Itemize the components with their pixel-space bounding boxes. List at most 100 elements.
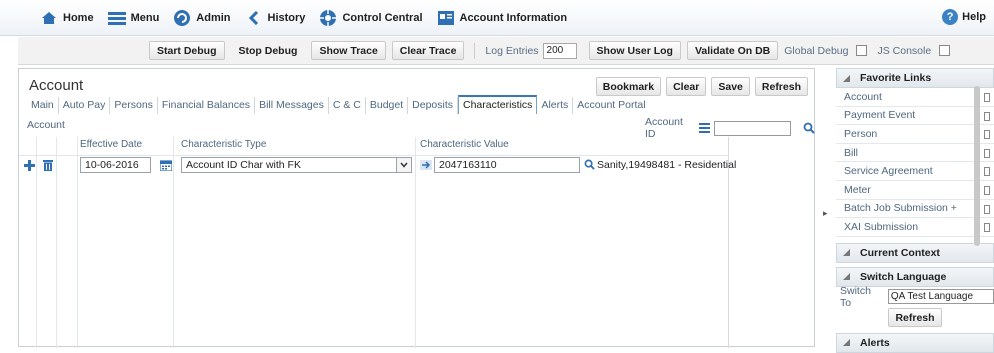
log-entries-input[interactable]: 200 xyxy=(542,42,577,59)
refresh-row: Refresh xyxy=(836,307,994,329)
tab-c-and-c[interactable]: C & C xyxy=(329,97,366,114)
favorite-link-person[interactable]: Person xyxy=(836,125,994,144)
nav-admin[interactable]: Admin xyxy=(173,9,231,27)
refresh-button[interactable]: Refresh xyxy=(754,77,808,96)
help-label: Help xyxy=(962,11,986,23)
link-label: Service Agreement xyxy=(844,165,933,178)
current-context-header[interactable]: Current Context xyxy=(836,242,994,263)
clear-button[interactable]: Clear xyxy=(666,77,707,96)
nav-account-information-label: Account Information xyxy=(459,11,568,24)
current-context-title: Current Context xyxy=(860,246,940,259)
account-id-input[interactable] xyxy=(714,120,791,136)
nav-control-central[interactable]: Control Central xyxy=(319,9,423,27)
favorite-link-batch-job-submission[interactable]: Batch Job Submission + xyxy=(836,200,994,219)
value-search-icon[interactable] xyxy=(584,159,595,170)
list-icon[interactable] xyxy=(699,123,711,133)
show-trace-button[interactable]: Show Trace xyxy=(311,41,386,60)
switch-language-header[interactable]: Switch Language xyxy=(836,266,994,287)
characteristic-value-input[interactable]: 2047163110 xyxy=(434,157,580,173)
header-characteristic-type: Characteristic Type xyxy=(181,139,267,150)
favorite-link-payment-event[interactable]: Payment Event xyxy=(836,107,994,126)
toolbar-divider xyxy=(474,42,476,59)
tab-main[interactable]: Main xyxy=(27,97,59,114)
characteristic-type-select[interactable]: Account ID Char with FK xyxy=(181,157,397,173)
switch-to-row: Switch To QA Test Language xyxy=(836,285,994,309)
save-button[interactable]: Save xyxy=(711,77,750,96)
dashboard-sidebar: Favorite Links Account Payment Event Per… xyxy=(836,68,994,353)
favorite-link-xai-submission[interactable]: XAI Submission xyxy=(836,218,994,237)
bookmark-button[interactable]: Bookmark xyxy=(595,77,662,96)
nav-admin-label: Admin xyxy=(196,11,231,24)
grid-divider xyxy=(56,137,57,348)
favorite-link-account[interactable]: Account xyxy=(836,88,994,107)
language-refresh-button[interactable]: Refresh xyxy=(888,308,942,328)
nav-history[interactable]: History xyxy=(245,9,305,27)
calendar-icon[interactable] xyxy=(160,160,172,171)
favorite-link-service-agreement[interactable]: Service Agreement xyxy=(836,162,994,181)
tab-deposits[interactable]: Deposits xyxy=(408,97,458,114)
document-icon xyxy=(984,223,990,233)
nav-control-central-label: Control Central xyxy=(342,11,423,24)
clear-trace-button[interactable]: Clear Trace xyxy=(391,41,465,60)
favorite-link-bill[interactable]: Bill xyxy=(836,144,994,163)
help-button[interactable]: ? Help xyxy=(942,9,986,25)
link-label: Bill xyxy=(844,146,859,159)
grid-divider xyxy=(77,137,78,348)
header-effective-date: Effective Date xyxy=(80,139,143,150)
link-label: Payment Event xyxy=(844,109,916,122)
fk-reference-icon[interactable] xyxy=(420,160,432,170)
tab-auto-pay[interactable]: Auto Pay xyxy=(59,97,111,114)
start-debug-button[interactable]: Start Debug xyxy=(149,41,225,60)
menu-icon xyxy=(107,9,126,27)
tab-bar: Main Auto Pay Persons Financial Balances… xyxy=(27,95,650,114)
document-icon xyxy=(984,130,990,140)
action-buttons: Bookmark Clear Save Refresh xyxy=(591,77,808,96)
language-select[interactable]: QA Test Language xyxy=(887,289,994,305)
effective-date-input[interactable]: 10-06-2016 xyxy=(80,157,151,173)
grid-divider xyxy=(415,137,416,348)
search-icon[interactable] xyxy=(803,122,815,134)
alerts-header[interactable]: Alerts xyxy=(836,332,994,353)
link-label: Account xyxy=(844,90,882,103)
global-debug-label: Global Debug xyxy=(784,44,849,57)
log-entries-label: Log Entries xyxy=(485,44,539,57)
nav-account-information[interactable]: Account Information xyxy=(437,9,568,27)
tab-bill-messages[interactable]: Bill Messages xyxy=(255,97,329,114)
tab-account-portal[interactable]: Account Portal xyxy=(573,97,649,114)
document-icon xyxy=(984,111,990,121)
admin-icon xyxy=(173,9,191,27)
grid-divider xyxy=(173,137,174,348)
js-console-label: JS Console xyxy=(877,44,932,57)
global-debug-checkbox[interactable] xyxy=(856,45,868,56)
favorite-link-meter[interactable]: Meter xyxy=(836,181,994,200)
characteristic-value-description: Sanity,19498481 - Residential xyxy=(597,159,737,171)
tab-financial-balances[interactable]: Financial Balances xyxy=(158,97,256,114)
nav-menu[interactable]: Menu xyxy=(107,9,160,27)
chevron-down-icon[interactable] xyxy=(396,157,412,173)
page-title: Account xyxy=(29,77,84,94)
tab-budget[interactable]: Budget xyxy=(366,97,409,114)
account-panel: Account Bookmark Clear Save Refresh Main… xyxy=(18,68,815,348)
add-row-icon[interactable] xyxy=(24,160,35,171)
show-user-log-button[interactable]: Show User Log xyxy=(588,41,681,60)
favorite-links-header[interactable]: Favorite Links xyxy=(836,68,994,88)
tab-characteristics[interactable]: Characteristics xyxy=(458,95,538,114)
js-console-checkbox[interactable] xyxy=(939,45,951,56)
chevron-left-icon xyxy=(245,9,263,27)
home-icon xyxy=(40,9,58,27)
collapse-triangle-icon xyxy=(843,339,850,347)
collapse-sidebar-icon[interactable]: ▸ xyxy=(823,208,828,219)
delete-row-icon[interactable] xyxy=(43,159,53,171)
nav-menu-label: Menu xyxy=(130,11,160,24)
link-label: XAI Submission xyxy=(844,220,919,233)
grid-divider xyxy=(36,137,37,348)
nav-home[interactable]: Home xyxy=(40,9,94,27)
stop-debug-button[interactable]: Stop Debug xyxy=(231,41,306,60)
validate-on-db-button[interactable]: Validate On DB xyxy=(686,41,779,60)
tab-alerts[interactable]: Alerts xyxy=(537,97,574,114)
sidebar-scrollbar[interactable] xyxy=(974,86,980,246)
help-icon: ? xyxy=(942,9,959,25)
tab-persons[interactable]: Persons xyxy=(110,97,158,114)
document-icon xyxy=(984,148,990,158)
top-navigation-bar: Home Menu Admin History Control Central … xyxy=(0,0,994,36)
